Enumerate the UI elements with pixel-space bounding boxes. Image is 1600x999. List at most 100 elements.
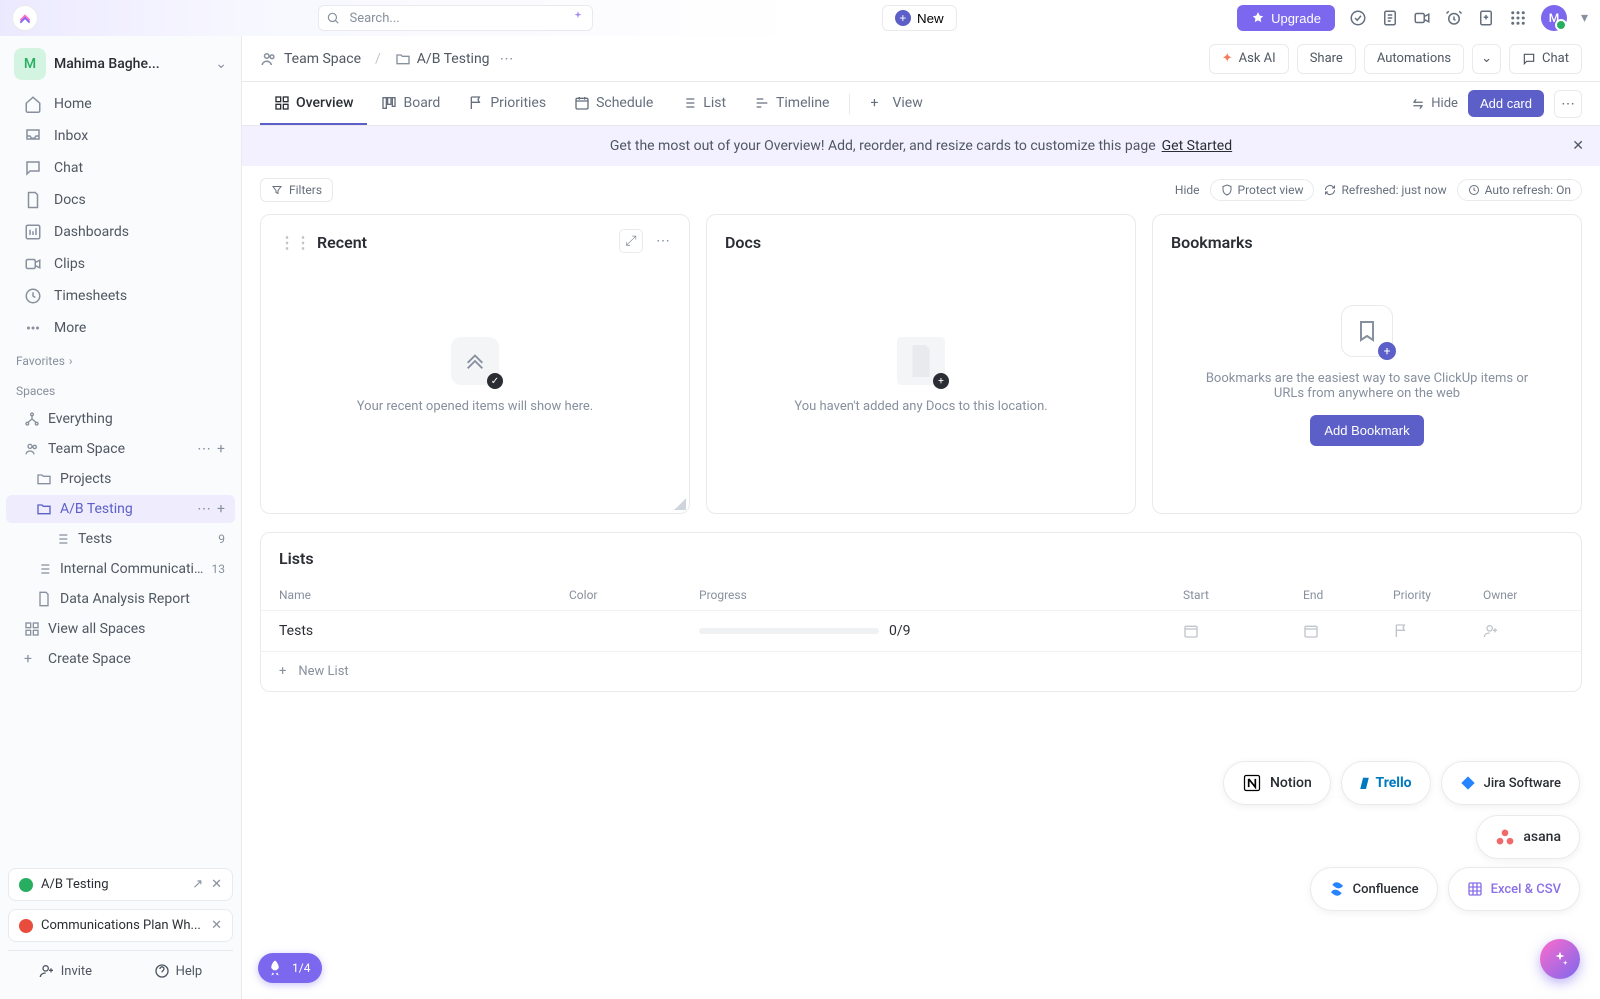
tab-overview[interactable]: Overview xyxy=(260,82,367,125)
col-progress: Progress xyxy=(699,588,1183,602)
help-link[interactable]: Help xyxy=(154,963,203,979)
plus-icon[interactable]: + xyxy=(217,441,225,457)
tree-tests[interactable]: Tests9 xyxy=(6,525,235,553)
nav-label: Inbox xyxy=(54,128,88,144)
nav-clips[interactable]: Clips xyxy=(6,248,235,280)
alarm-icon[interactable] xyxy=(1445,9,1463,27)
nav-chat[interactable]: Chat xyxy=(6,152,235,184)
nav-timesheets[interactable]: Timesheets xyxy=(6,280,235,312)
check-circle-icon[interactable] xyxy=(1349,9,1367,27)
notepad-icon[interactable] xyxy=(1381,9,1399,27)
automations-button[interactable]: Automations xyxy=(1364,44,1464,74)
import-asana[interactable]: asana xyxy=(1476,815,1580,859)
search-input[interactable]: Search... xyxy=(318,5,593,31)
onboarding-pill[interactable]: 1/4 xyxy=(258,953,322,983)
tree-view-all-spaces[interactable]: View all Spaces xyxy=(6,615,235,643)
user-avatar[interactable]: M xyxy=(1541,5,1567,31)
import-jira[interactable]: Jira Software xyxy=(1441,761,1580,805)
new-button[interactable]: + New xyxy=(882,5,957,31)
row-start[interactable] xyxy=(1183,623,1303,639)
workspace-switcher[interactable]: M Mahima Baghe... ⌄ xyxy=(0,40,241,88)
help-icon xyxy=(154,963,170,979)
automations-dropdown[interactable]: ⌄ xyxy=(1472,44,1501,74)
close-icon[interactable]: ✕ xyxy=(211,877,222,892)
plus-icon: + xyxy=(870,95,886,111)
chat-button[interactable]: Chat xyxy=(1509,44,1582,74)
tree-create-space[interactable]: +Create Space xyxy=(6,645,235,673)
filters-button[interactable]: Filters xyxy=(260,178,333,202)
nav-dashboards[interactable]: Dashboards xyxy=(6,216,235,248)
share-button[interactable]: Share xyxy=(1297,44,1356,74)
tab-priorities[interactable]: Priorities xyxy=(454,82,560,125)
recent-pill-1[interactable]: A/B Testing ↗ ✕ xyxy=(8,868,233,901)
drag-handle-icon[interactable]: ⋮⋮ xyxy=(279,233,311,252)
top-icons: M ▾ xyxy=(1349,5,1588,31)
list-row[interactable]: Tests 0/9 xyxy=(261,611,1581,652)
nav-more[interactable]: More xyxy=(6,312,235,344)
tree-everything[interactable]: Everything xyxy=(6,405,235,433)
ai-fab[interactable] xyxy=(1540,939,1580,979)
import-excel[interactable]: Excel & CSV xyxy=(1448,867,1580,911)
more-icon[interactable]: ⋯ xyxy=(197,441,211,457)
row-end[interactable] xyxy=(1303,623,1393,639)
new-list-button[interactable]: +New List xyxy=(261,652,1581,691)
crumb-folder[interactable]: A/B Testing xyxy=(417,51,490,67)
divider xyxy=(849,94,850,114)
doc-new-icon[interactable] xyxy=(1477,9,1495,27)
favorites-section[interactable]: Favorites› xyxy=(0,344,241,374)
refreshed-status[interactable]: Refreshed: just now xyxy=(1324,183,1446,197)
tree-data-analysis[interactable]: Data Analysis Report xyxy=(6,585,235,613)
app-logo[interactable] xyxy=(12,5,38,31)
close-icon[interactable]: ✕ xyxy=(211,918,222,933)
video-icon[interactable] xyxy=(1413,9,1431,27)
view-label: View xyxy=(892,95,922,111)
close-icon[interactable]: ✕ xyxy=(1572,138,1584,154)
plus-icon[interactable]: + xyxy=(217,501,225,517)
nav-docs[interactable]: Docs xyxy=(6,184,235,216)
tree-projects[interactable]: Projects xyxy=(6,465,235,493)
crumb-space[interactable]: Team Space xyxy=(284,51,361,67)
spaces-section[interactable]: Spaces xyxy=(0,374,241,404)
crumb-more-icon[interactable]: ⋯ xyxy=(500,51,514,67)
apps-grid-icon[interactable] xyxy=(1509,9,1527,27)
add-card-button[interactable]: Add card xyxy=(1468,90,1544,117)
board-icon xyxy=(381,95,397,111)
recent-empty-text: Your recent opened items will show here. xyxy=(357,399,593,414)
row-priority[interactable] xyxy=(1393,623,1483,639)
import-notion[interactable]: Notion xyxy=(1223,761,1331,805)
tab-list[interactable]: List xyxy=(667,82,740,125)
more-button[interactable]: ⋯ xyxy=(1554,90,1582,118)
banner-link[interactable]: Get Started xyxy=(1162,138,1233,154)
protect-view-button[interactable]: Protect view xyxy=(1210,179,1315,201)
new-list-label: New List xyxy=(298,664,348,679)
nav-home[interactable]: Home xyxy=(6,88,235,120)
more-icon[interactable]: ⋯ xyxy=(197,501,211,517)
tab-label: Board xyxy=(403,95,440,111)
hide-link[interactable]: Hide xyxy=(1175,183,1200,197)
auto-refresh-toggle[interactable]: Auto refresh: On xyxy=(1457,179,1582,201)
chevron-down-icon[interactable]: ▾ xyxy=(1581,10,1588,26)
expand-icon[interactable]: ⤢ xyxy=(619,229,643,253)
tab-board[interactable]: Board xyxy=(367,82,454,125)
upgrade-button[interactable]: Upgrade xyxy=(1237,5,1335,31)
tab-label: Priorities xyxy=(490,95,546,111)
nav-label: Docs xyxy=(54,192,86,208)
nav-inbox[interactable]: Inbox xyxy=(6,120,235,152)
tree-ab-testing[interactable]: A/B Testing⋯+ xyxy=(6,495,235,523)
ask-ai-button[interactable]: ✦Ask AI xyxy=(1209,44,1289,74)
more-icon[interactable]: ⋯ xyxy=(651,229,675,253)
hide-button[interactable]: Hide xyxy=(1411,96,1458,111)
import-trello[interactable]: ▮Trello xyxy=(1341,761,1431,805)
tree-internal-comm[interactable]: Internal Communicati...13 xyxy=(6,555,235,583)
add-view-button[interactable]: + View xyxy=(856,82,936,125)
tab-timeline[interactable]: Timeline xyxy=(740,82,843,125)
add-bookmark-button[interactable]: Add Bookmark xyxy=(1310,415,1423,446)
recent-pill-2[interactable]: Communications Plan Wh... ✕ xyxy=(8,909,233,942)
row-owner[interactable] xyxy=(1483,623,1563,639)
search-ai-icon[interactable] xyxy=(571,10,585,24)
external-icon[interactable]: ↗ xyxy=(192,877,203,892)
import-confluence[interactable]: Confluence xyxy=(1310,867,1438,911)
tree-team-space[interactable]: Team Space⋯+ xyxy=(6,435,235,463)
tab-schedule[interactable]: Schedule xyxy=(560,82,667,125)
invite-link[interactable]: Invite xyxy=(39,963,92,979)
